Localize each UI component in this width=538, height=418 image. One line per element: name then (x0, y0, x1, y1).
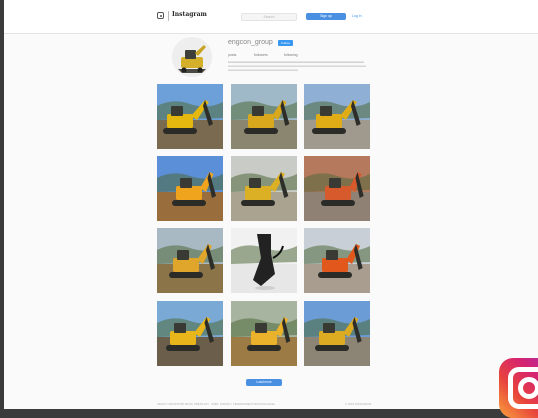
footer-link[interactable]: JOBS (211, 402, 218, 406)
footer-link[interactable]: DIRECTORY (243, 402, 259, 406)
hillside-excavator-post[interactable] (157, 301, 223, 366)
follow-button[interactable]: Follow (278, 40, 293, 46)
footer-link[interactable]: PRIVACY (220, 402, 232, 406)
following-count[interactable]: following (284, 53, 298, 57)
rock-breaking-post[interactable] (304, 301, 370, 366)
profile-username: engcon_group (228, 39, 273, 46)
footer-link[interactable]: TERMS (233, 402, 243, 406)
search-input[interactable]: Search (241, 13, 297, 21)
profile-avatar (172, 37, 212, 77)
instagram-logo-icon (499, 358, 538, 418)
footer-link[interactable]: PRESS (194, 402, 203, 406)
quick-coupler-post[interactable] (231, 228, 297, 293)
navbar-divider (168, 11, 169, 21)
instagram-wordmark[interactable]: Instagram (172, 11, 207, 18)
footer-link[interactable]: BLOG (185, 402, 193, 406)
bio-text-block (228, 61, 366, 71)
footer: ABOUT US SUPPORT BLOG PRESS API JOBS PRI… (157, 402, 373, 407)
grab-attachment-post[interactable] (304, 156, 370, 221)
copyright: © 2016 INSTAGRAM (345, 402, 372, 406)
excavator-at-river-post[interactable] (157, 156, 223, 221)
instagram-profile-page: Instagram Search Sign up Log in engcon_g… (4, 0, 538, 409)
load-more-button[interactable]: Load more (246, 379, 282, 386)
tiltrotator-excavator-post[interactable] (157, 84, 223, 149)
compactor-plate-post[interactable] (304, 84, 370, 149)
posts-count: posts (228, 53, 237, 57)
ditch-digging-post[interactable] (231, 301, 297, 366)
roadside-excavator-post[interactable] (231, 84, 297, 149)
footer-link[interactable]: ABOUT US (157, 402, 171, 406)
trench-work-post[interactable] (157, 228, 223, 293)
footer-link[interactable]: API (204, 402, 209, 406)
excavator-arm-post[interactable] (231, 156, 297, 221)
top-navbar: Instagram Search Sign up Log in (4, 0, 538, 34)
logo-lens (518, 377, 538, 399)
footer-link[interactable]: LANGUAGE (259, 402, 275, 406)
followers-count[interactable]: followers (254, 53, 268, 57)
footer-link[interactable]: SUPPORT (171, 402, 184, 406)
signup-button[interactable]: Sign up (306, 13, 346, 20)
orange-excavator-post[interactable] (304, 228, 370, 293)
camera-icon[interactable] (157, 12, 164, 19)
login-link[interactable]: Log in (352, 13, 362, 20)
